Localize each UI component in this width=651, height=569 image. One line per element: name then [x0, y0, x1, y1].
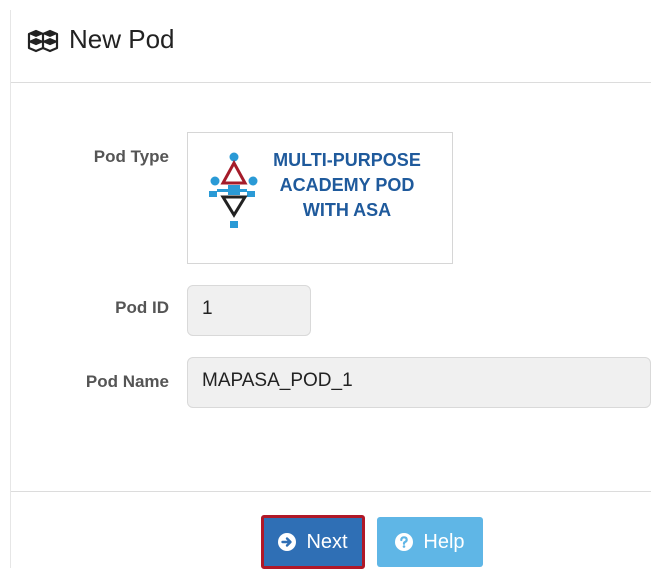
- next-button[interactable]: Next: [261, 515, 365, 569]
- pod-id-label: Pod ID: [115, 298, 169, 317]
- pod-id-field[interactable]: 1: [187, 285, 311, 336]
- pod-type-label: Pod Type: [93, 147, 169, 166]
- pod-type-name-line: WITH ASA: [302, 200, 392, 220]
- question-circle-icon: [395, 533, 414, 551]
- pod-type-name-line: MULTI-PURPOSE: [273, 150, 421, 170]
- pod-name-field[interactable]: MAPASA_POD_1: [187, 357, 651, 408]
- page-title: New Pod: [69, 24, 175, 54]
- pod-type-name: MULTI-PURPOSE ACADEMY POD WITH ASA: [258, 148, 436, 223]
- new-pod-panel: New Pod Pod Type MULTI-PURPOSE ACADEMY P…: [10, 10, 651, 569]
- help-button-label: Help: [423, 530, 465, 553]
- help-button[interactable]: Help: [377, 517, 483, 567]
- next-button-label: Next: [306, 530, 348, 553]
- pod-network-logo-icon: [209, 152, 258, 228]
- panel-header: New Pod: [11, 10, 651, 83]
- pod-type-card[interactable]: MULTI-PURPOSE ACADEMY POD WITH ASA: [187, 132, 453, 264]
- footer-divider: [11, 491, 651, 492]
- arrow-circle-right-icon: [278, 533, 297, 551]
- pod-name-label: Pod Name: [85, 372, 169, 391]
- pod-type-name-line: ACADEMY POD: [279, 175, 415, 195]
- cubes-icon: [27, 29, 59, 53]
